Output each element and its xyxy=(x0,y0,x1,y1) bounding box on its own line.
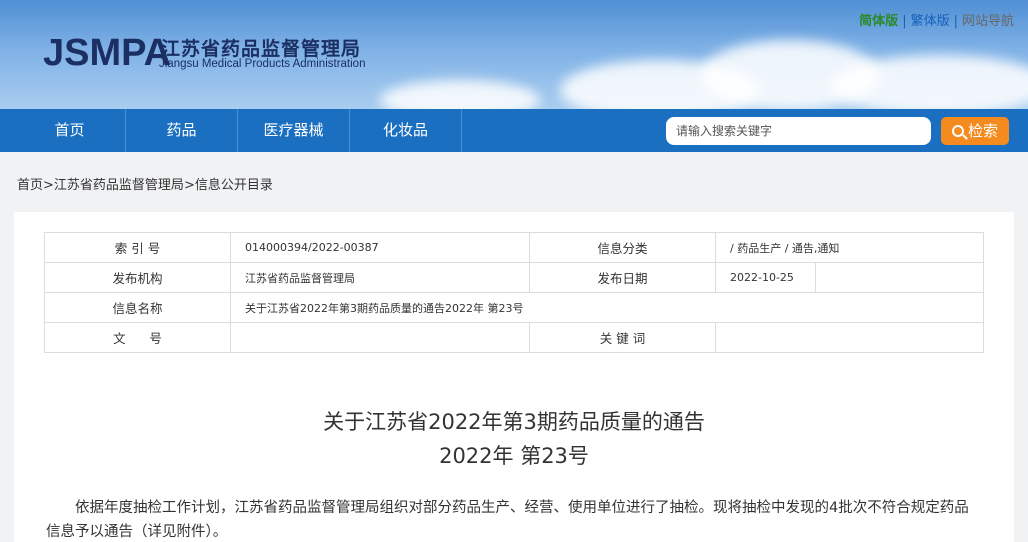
nav-item-home[interactable]: 首页 xyxy=(14,109,126,152)
publisher-label: 发布机构 xyxy=(44,262,231,293)
separator: | xyxy=(953,14,958,29)
keyword-value xyxy=(715,322,984,353)
breadcrumb-org[interactable]: 江苏省药品监督管理局 xyxy=(54,178,184,193)
breadcrumb-home[interactable]: 首页 xyxy=(17,178,43,193)
name-label: 信息名称 xyxy=(44,292,231,323)
breadcrumb-sep: > xyxy=(43,178,54,193)
index-label: 索 引 号 xyxy=(44,232,231,263)
logo-abbreviation[interactable]: JSMPA xyxy=(43,32,171,75)
category-value: / 药品生产 / 通告,通知 xyxy=(715,232,984,263)
content-panel: 索 引 号 014000394/2022-00387 信息分类 / 药品生产 /… xyxy=(14,212,1014,542)
site-nav-link[interactable]: 网站导航 xyxy=(962,14,1014,29)
breadcrumb: 首页>江苏省药品监督管理局>信息公开目录 xyxy=(17,174,273,193)
index-value: 014000394/2022-00387 xyxy=(230,232,530,263)
breadcrumb-sep: > xyxy=(183,178,195,193)
article-paragraph: 依据年度抽检工作计划，江苏省药品监督管理局组织对部分药品生产、经营、使用单位进行… xyxy=(46,500,969,540)
logo-chinese-name[interactable]: 江苏省药品监督管理局 xyxy=(161,34,361,61)
nav-item-cosmetics[interactable]: 化妆品 xyxy=(350,109,462,152)
breadcrumb-dir[interactable]: 信息公开目录 xyxy=(195,178,273,193)
article-title: 关于江苏省2022年第3期药品质量的通告 xyxy=(323,410,705,434)
doc-number-label: 文 号 xyxy=(44,322,231,353)
doc-number-value xyxy=(230,322,530,353)
search-button[interactable]: 检索 xyxy=(941,117,1009,145)
empty-cell xyxy=(815,262,984,293)
info-table: 索 引 号 014000394/2022-00387 信息分类 / 药品生产 /… xyxy=(44,232,984,353)
nav-item-devices[interactable]: 医疗器械 xyxy=(238,109,350,152)
logo-english-name[interactable]: Jiangsu Medical Products Administration xyxy=(159,58,365,70)
category-label: 信息分类 xyxy=(529,232,716,263)
date-label: 发布日期 xyxy=(529,262,716,293)
publisher-value: 江苏省药品监督管理局 xyxy=(230,262,530,293)
keyword-label: 关 键 词 xyxy=(529,322,716,353)
name-value: 关于江苏省2022年第3期药品质量的通告2022年 第23号 xyxy=(230,292,984,323)
traditional-link[interactable]: 繁体版 xyxy=(911,14,950,29)
site-header: JSMPA 江苏省药品监督管理局 Jiangsu Medical Product… xyxy=(0,0,1028,109)
search-button-label: 检索 xyxy=(967,122,998,140)
search-icon xyxy=(951,125,964,137)
top-links: 简体版 | 繁体版 | 网站导航 xyxy=(859,10,1014,29)
separator: | xyxy=(902,14,907,29)
nav-item-drugs[interactable]: 药品 xyxy=(126,109,238,152)
simplified-link[interactable]: 简体版 xyxy=(859,14,898,29)
search-input[interactable]: 请输入搜索关键字 xyxy=(666,117,931,145)
date-value: 2022-10-25 xyxy=(715,262,816,293)
article-subtitle: 2022年 第23号 xyxy=(439,444,589,468)
cloud-decoration xyxy=(380,80,540,109)
